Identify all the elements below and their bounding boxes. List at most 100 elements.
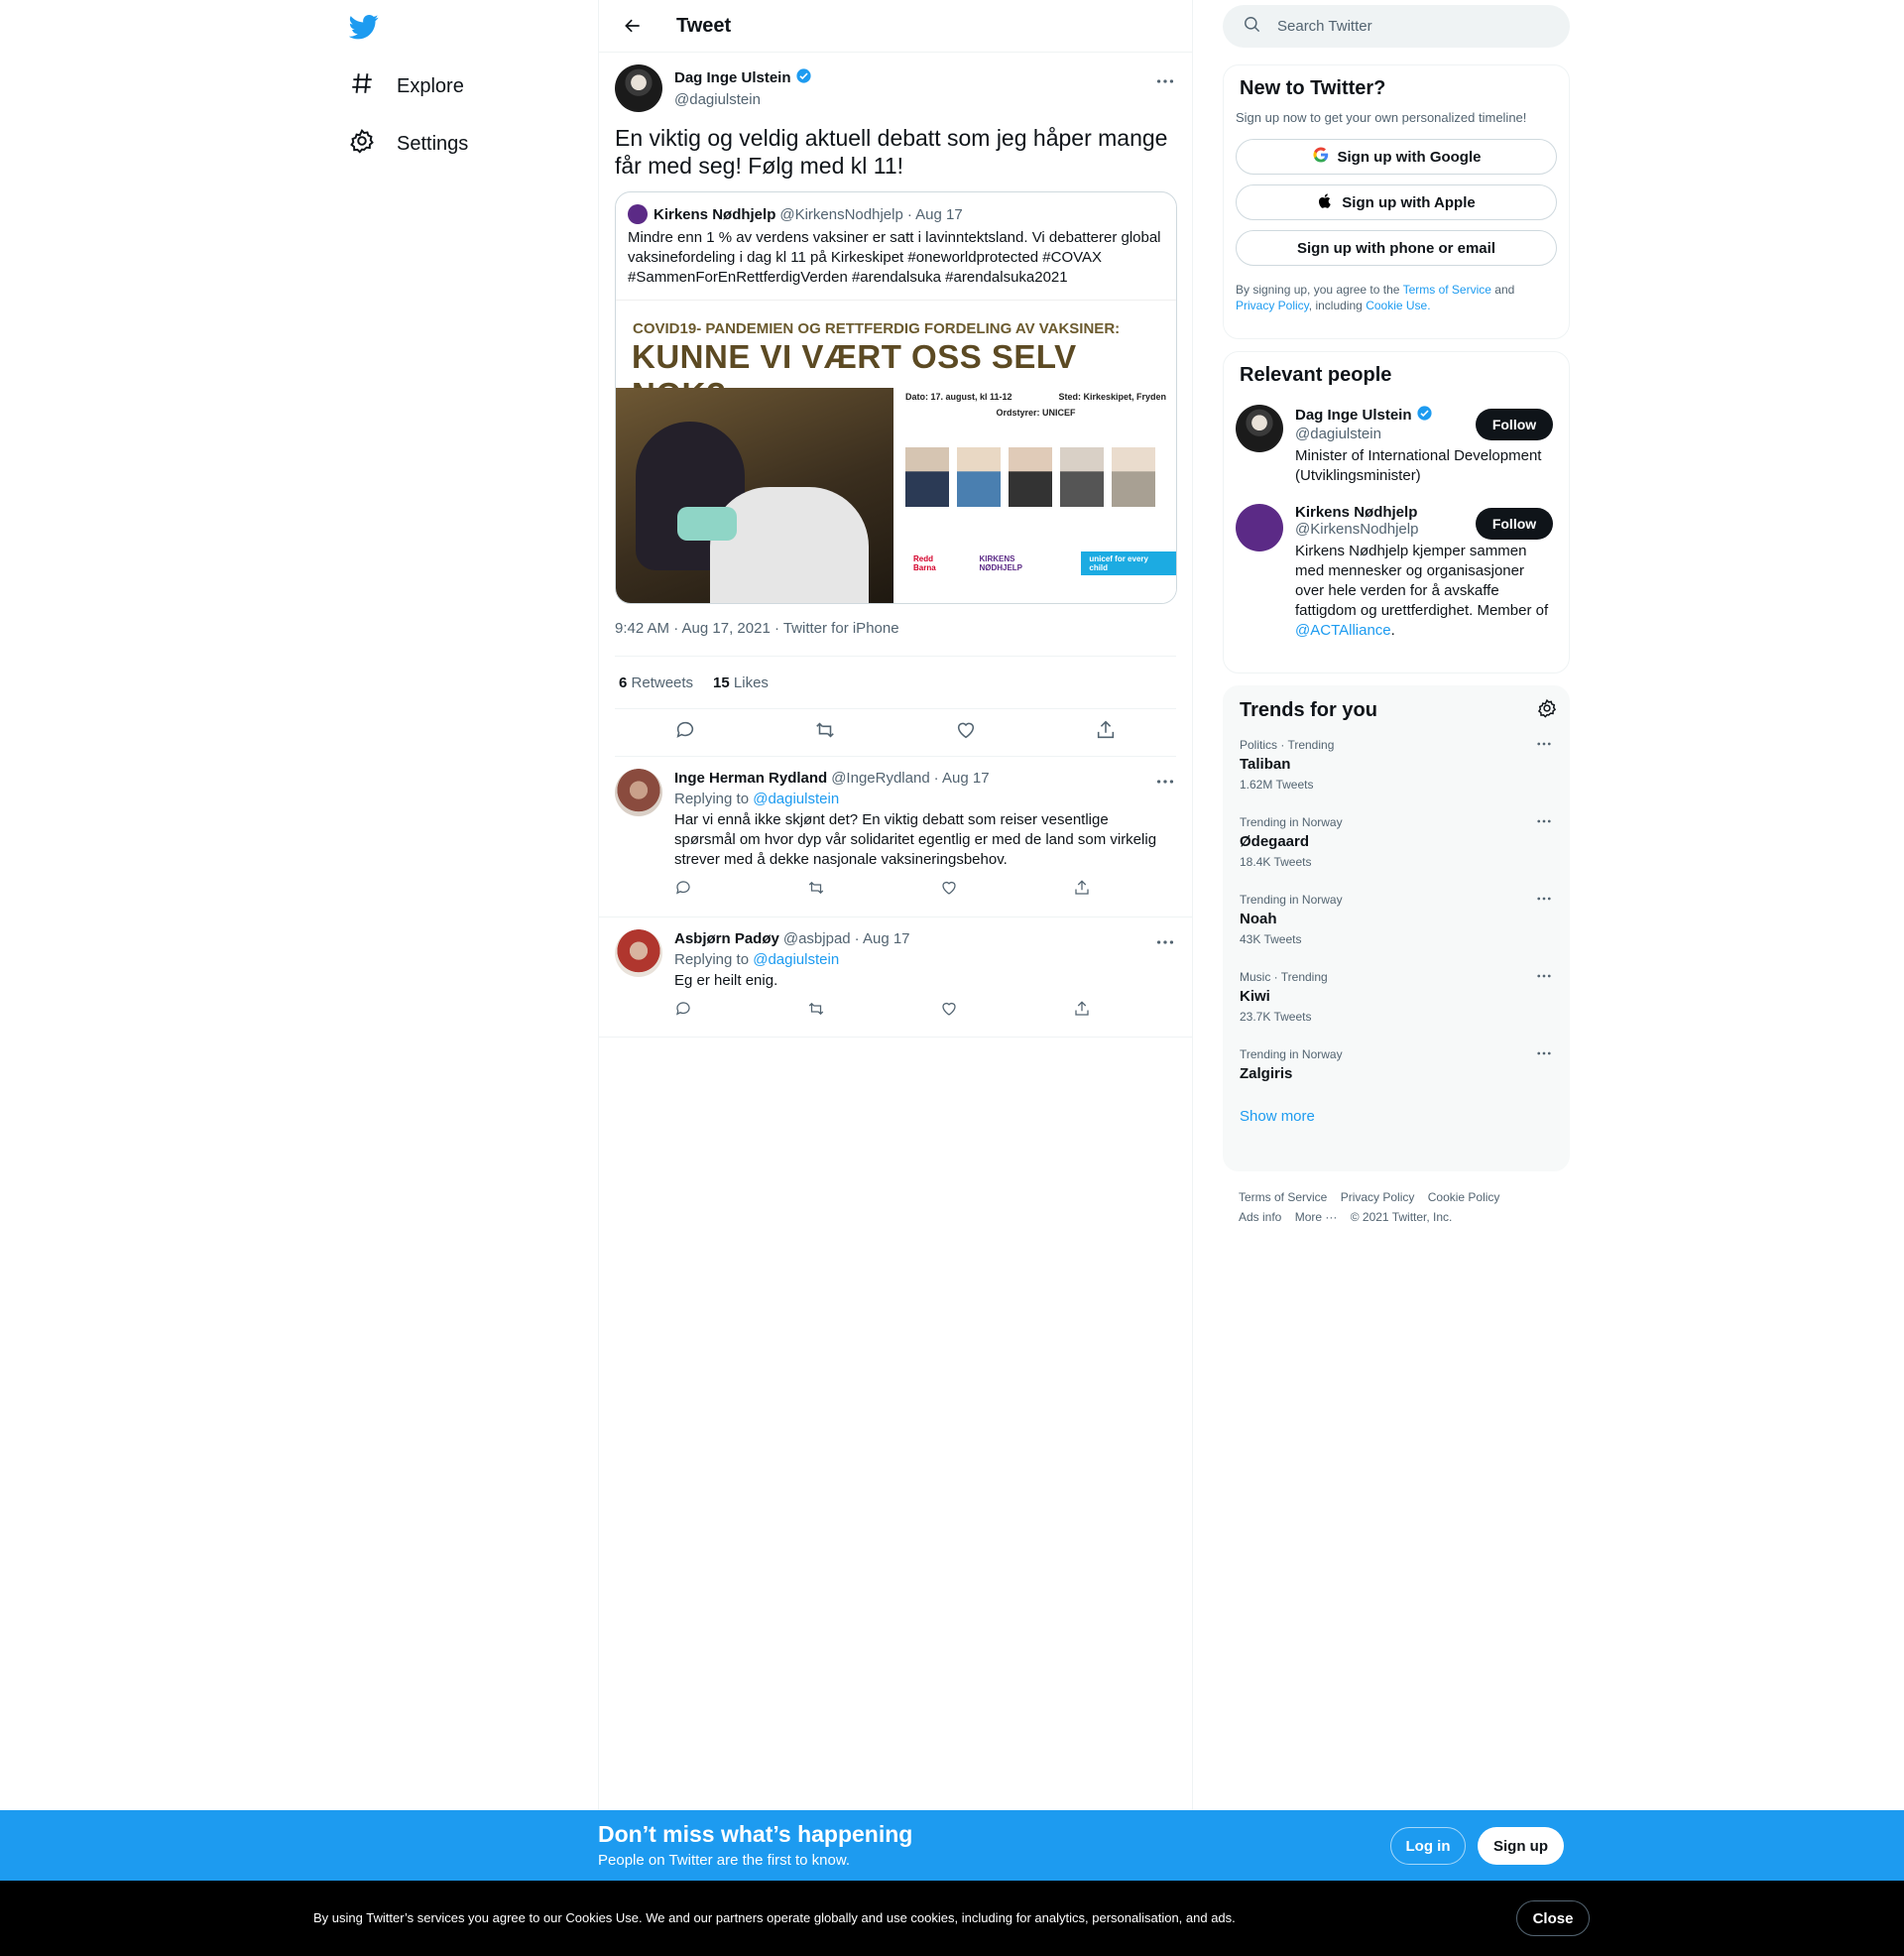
- signup-google-label: Sign up with Google: [1337, 148, 1482, 166]
- quote-author-name: Kirkens Nødhjelp: [654, 205, 776, 223]
- trend-item[interactable]: Trending in Norway Zalgiris: [1236, 1033, 1557, 1092]
- likes-label: Likes: [733, 673, 769, 691]
- replying-to-link[interactable]: @dagiulstein: [753, 791, 839, 807]
- reply-author-name[interactable]: Asbjørn Padøy: [674, 929, 779, 949]
- person-name[interactable]: Kirkens Nødhjelp: [1295, 504, 1417, 521]
- more-options-icon[interactable]: [1535, 735, 1553, 753]
- more-options-icon[interactable]: [1154, 931, 1176, 953]
- trend-item[interactable]: Trending in Norway Noah 43K Tweets: [1236, 878, 1557, 955]
- like-icon[interactable]: [955, 719, 977, 746]
- signup-apple-button[interactable]: Sign up with Apple: [1236, 184, 1557, 220]
- author-handle[interactable]: @dagiulstein: [674, 90, 812, 110]
- tweet-timestamp[interactable]: 9:42 AM · Aug 17, 2021 · Twitter for iPh…: [615, 620, 1176, 640]
- reply-date[interactable]: · Aug 17: [934, 769, 990, 789]
- quote-image[interactable]: COVID19- PANDEMIEN OG RETTFERDIG FORDELI…: [616, 300, 1176, 603]
- legal-text: and: [1494, 283, 1515, 297]
- search-box[interactable]: Search Twitter: [1223, 5, 1570, 48]
- like-icon[interactable]: [940, 879, 958, 902]
- trend-count: 18.4K Tweets: [1240, 855, 1312, 869]
- terms-link[interactable]: Terms of Service: [1403, 283, 1491, 297]
- privacy-link[interactable]: Privacy Policy: [1236, 299, 1309, 312]
- more-options-icon[interactable]: [1535, 812, 1553, 830]
- share-icon[interactable]: [1095, 719, 1117, 746]
- share-icon[interactable]: [1073, 1000, 1091, 1023]
- retweets-stat[interactable]: 6 Retweets: [619, 674, 693, 691]
- footer-ads-link[interactable]: Ads info: [1239, 1210, 1281, 1224]
- back-arrow-icon[interactable]: [615, 8, 651, 44]
- cookie-link[interactable]: Cookie Use.: [1366, 299, 1430, 312]
- login-button[interactable]: Log in: [1390, 1827, 1466, 1865]
- nav-settings[interactable]: Settings: [349, 120, 468, 168]
- author-name[interactable]: Dag Inge Ulstein: [674, 68, 791, 88]
- reply-tweet[interactable]: Asbjørn Padøy @asbjpad · Aug 17 Replying…: [599, 917, 1192, 1038]
- act-alliance-link[interactable]: @ACTAlliance: [1295, 622, 1391, 639]
- share-icon[interactable]: [1073, 879, 1091, 902]
- reply-author-name[interactable]: Inge Herman Rydland: [674, 769, 827, 789]
- reply-author-handle[interactable]: @asbjpad: [783, 929, 851, 949]
- reply-icon[interactable]: [674, 1000, 692, 1023]
- reply-icon[interactable]: [674, 879, 692, 902]
- google-icon: [1312, 146, 1330, 168]
- follow-button[interactable]: Follow: [1476, 508, 1553, 540]
- event-place: Sted: Kirkeskipet, Fryden: [1058, 392, 1166, 402]
- gear-icon[interactable]: [1537, 698, 1557, 723]
- verified-badge-icon: [795, 67, 812, 90]
- signup-apple-label: Sign up with Apple: [1342, 193, 1476, 211]
- nav-explore[interactable]: Explore: [349, 62, 464, 110]
- page-title: Tweet: [676, 14, 732, 37]
- person-bio-end: .: [1390, 622, 1395, 639]
- avatar[interactable]: [1236, 405, 1283, 452]
- event-moderator: Ordstyrer: UNICEF: [996, 408, 1076, 418]
- footer-privacy-link[interactable]: Privacy Policy: [1341, 1190, 1415, 1204]
- footer-cookie-link[interactable]: Cookie Policy: [1428, 1190, 1500, 1204]
- relevant-person[interactable]: Kirkens Nødhjelp @KirkensNodhjelp Kirken…: [1236, 504, 1557, 641]
- reply-tweet[interactable]: Inge Herman Rydland @IngeRydland · Aug 1…: [599, 757, 1192, 917]
- retweet-icon[interactable]: [807, 1000, 825, 1023]
- retweet-icon[interactable]: [807, 879, 825, 902]
- signup-title: New to Twitter?: [1240, 77, 1386, 99]
- trend-item[interactable]: Politics · Trending Taliban 1.62M Tweets: [1236, 723, 1557, 800]
- trend-context: Trending in Norway: [1240, 893, 1343, 907]
- person-name[interactable]: Dag Inge Ulstein: [1295, 407, 1412, 424]
- footer-more-link[interactable]: More ···: [1295, 1210, 1338, 1224]
- more-options-icon[interactable]: [1535, 967, 1553, 985]
- avatar[interactable]: [615, 64, 662, 112]
- event-date: Dato: 17. august, kl 11-12: [905, 392, 1012, 402]
- avatar[interactable]: [615, 929, 662, 977]
- trend-item[interactable]: Music · Trending Kiwi 23.7K Tweets: [1236, 955, 1557, 1033]
- retweets-count: 6: [619, 673, 628, 691]
- reply-text: Har vi ennå ikke skjønt det? En viktig d…: [674, 811, 1157, 868]
- more-options-icon[interactable]: [1535, 1044, 1553, 1062]
- signup-google-button[interactable]: Sign up with Google: [1236, 139, 1557, 175]
- quoted-tweet[interactable]: Kirkens Nødhjelp @KirkensNodhjelp · Aug …: [615, 191, 1177, 604]
- trend-name: Noah: [1240, 911, 1277, 927]
- follow-button[interactable]: Follow: [1476, 409, 1553, 440]
- more-options-icon[interactable]: [1535, 890, 1553, 908]
- reply-author-handle[interactable]: @IngeRydland: [831, 769, 929, 789]
- relevant-person[interactable]: Dag Inge Ulstein @dagiulstein Minister o…: [1236, 405, 1557, 486]
- close-button[interactable]: Close: [1516, 1900, 1590, 1936]
- trend-context: Music · Trending: [1240, 970, 1328, 984]
- search-input[interactable]: Search Twitter: [1277, 18, 1372, 35]
- signup-button[interactable]: Sign up: [1478, 1827, 1564, 1865]
- likes-stat[interactable]: 15 Likes: [713, 674, 769, 691]
- relevant-people-box: Relevant people Dag Inge Ulstein @dagiul…: [1223, 351, 1570, 673]
- trend-count: 23.7K Tweets: [1240, 1010, 1312, 1024]
- trends-title: Trends for you: [1240, 699, 1377, 721]
- trend-item[interactable]: Trending in Norway Ødegaard 18.4K Tweets: [1236, 800, 1557, 878]
- footer-terms-link[interactable]: Terms of Service: [1239, 1190, 1327, 1204]
- trends-box: Trends for you Politics · Trending Talib…: [1223, 685, 1570, 1171]
- retweet-icon[interactable]: [814, 719, 836, 746]
- signup-phone-button[interactable]: Sign up with phone or email: [1236, 230, 1557, 266]
- show-more-link[interactable]: Show more: [1236, 1092, 1557, 1127]
- avatar[interactable]: [1236, 504, 1283, 551]
- more-options-icon[interactable]: [1154, 771, 1176, 793]
- like-icon[interactable]: [940, 1000, 958, 1023]
- logo-redd-barna: Redd Barna: [913, 554, 936, 572]
- avatar[interactable]: [615, 769, 662, 816]
- replying-to-link[interactable]: @dagiulstein: [753, 951, 839, 968]
- twitter-logo-icon[interactable]: [348, 12, 379, 42]
- more-options-icon[interactable]: [1154, 70, 1176, 92]
- reply-icon[interactable]: [674, 719, 696, 746]
- reply-date[interactable]: · Aug 17: [855, 929, 910, 949]
